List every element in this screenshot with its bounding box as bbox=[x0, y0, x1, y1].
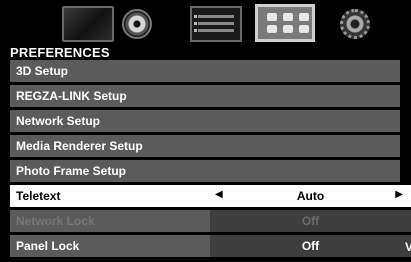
setting-label: Network Lock bbox=[16, 214, 95, 228]
setting-value-cell[interactable]: Off V bbox=[210, 235, 411, 257]
tv-menu-screen: PREFERENCES 3D Setup REGZA-LINK Setup Ne… bbox=[0, 0, 411, 262]
setting-label: Panel Lock bbox=[16, 239, 80, 253]
menu-item-network-setup[interactable]: Network Setup bbox=[10, 110, 400, 132]
disc-icon[interactable] bbox=[122, 9, 152, 39]
scroll-down-icon[interactable]: V bbox=[405, 240, 411, 254]
menu-item-regza-link-setup[interactable]: REGZA-LINK Setup bbox=[10, 85, 400, 107]
setting-value: Off bbox=[301, 214, 320, 228]
menu-item-panel-lock[interactable]: Panel Lock Off V bbox=[10, 235, 411, 257]
setting-label-cell: Panel Lock bbox=[10, 235, 210, 257]
menu-item-network-lock: Network Lock Off bbox=[10, 210, 411, 232]
menu-item-label: Photo Frame Setup bbox=[16, 164, 127, 178]
menu-item-label: Network Setup bbox=[16, 114, 101, 128]
setting-label-cell: Teletext bbox=[10, 185, 210, 207]
setting-value-selector[interactable]: ◀ Auto ▶ bbox=[210, 185, 411, 207]
setting-value-cell: Off bbox=[210, 210, 411, 232]
setting-value: Off bbox=[301, 239, 320, 253]
page-title: PREFERENCES bbox=[10, 45, 110, 60]
menu-item-label: REGZA-LINK Setup bbox=[16, 89, 127, 103]
tv-icon[interactable] bbox=[62, 6, 114, 42]
menu-item-label: Media Renderer Setup bbox=[16, 139, 143, 153]
menu-item-media-renderer-setup[interactable]: Media Renderer Setup bbox=[10, 135, 400, 157]
setting-label: Teletext bbox=[16, 189, 61, 203]
preferences-icon[interactable] bbox=[255, 4, 315, 42]
setting-value: Auto bbox=[296, 189, 325, 203]
menu-item-label: 3D Setup bbox=[16, 64, 69, 78]
menu-item-photo-frame-setup[interactable]: Photo Frame Setup bbox=[10, 160, 400, 182]
menu-icon-bar bbox=[0, 0, 411, 45]
preferences-menu: 3D Setup REGZA-LINK Setup Network Setup … bbox=[10, 60, 411, 260]
list-icon[interactable] bbox=[190, 6, 242, 42]
setting-label-cell: Network Lock bbox=[10, 210, 210, 232]
menu-item-3d-setup[interactable]: 3D Setup bbox=[10, 60, 400, 82]
menu-item-teletext[interactable]: Teletext ◀ Auto ▶ bbox=[10, 185, 411, 207]
gear-icon[interactable] bbox=[340, 9, 370, 39]
arrow-right-icon[interactable]: ▶ bbox=[395, 189, 403, 200]
